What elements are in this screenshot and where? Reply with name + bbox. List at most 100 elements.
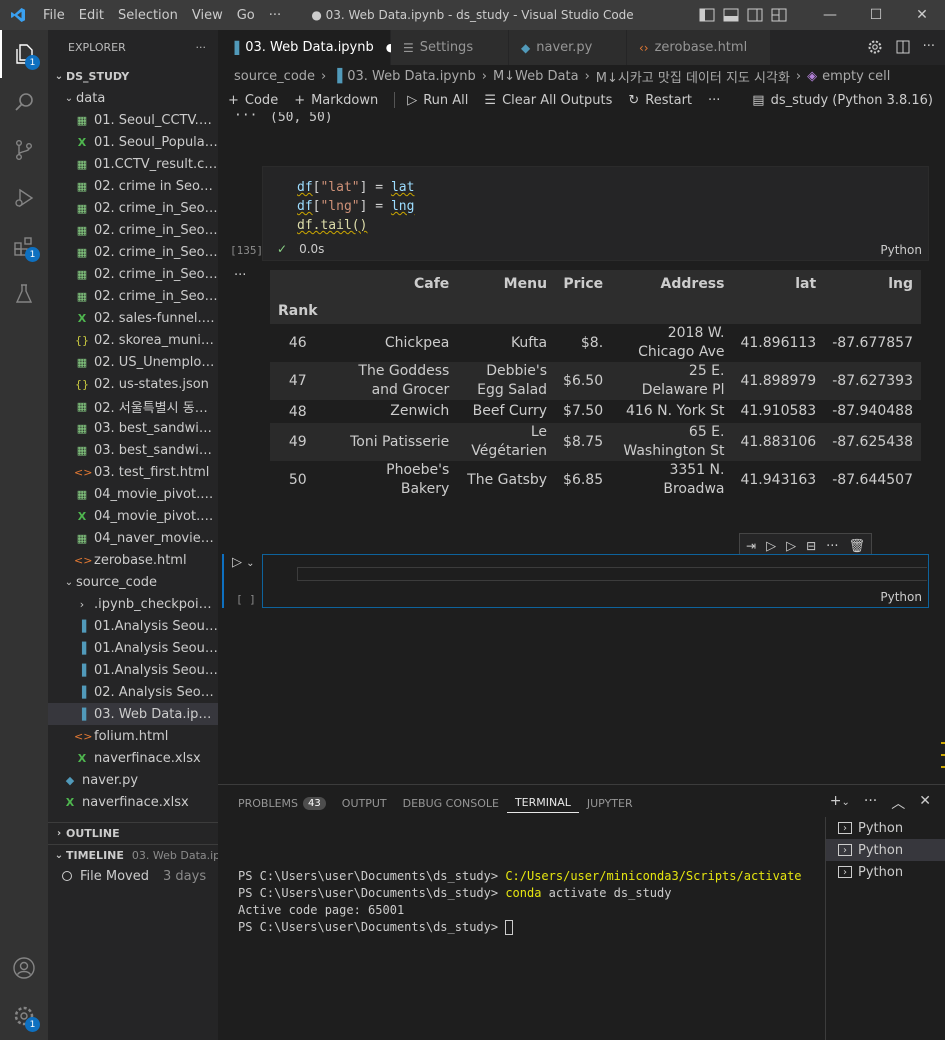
tab-debug-console[interactable]: DEBUG CONSOLE <box>395 793 507 813</box>
run-above-icon[interactable]: ⇥ <box>746 539 756 553</box>
cell-input-area[interactable] <box>297 567 927 581</box>
trash-icon[interactable]: 🗑 <box>849 539 866 554</box>
file-tree-item[interactable]: › .ipynb_checkpoints <box>48 593 218 615</box>
terminal-instance[interactable]: › Python <box>826 861 945 883</box>
file-tree-item[interactable]: <> zerobase.html <box>48 549 218 571</box>
run-below-icon[interactable]: ▷ <box>786 539 796 554</box>
file-tree-item[interactable]: Xnaverfinace.xlsx <box>48 791 218 813</box>
tab-more-icon[interactable]: ··· <box>923 39 935 55</box>
file-tree-item[interactable]: ▦ 01. Seoul_CCTV.csv <box>48 109 218 131</box>
kernel-picker[interactable]: ▤ ds_study (Python 3.8.16) <box>752 93 933 108</box>
file-tree-item[interactable]: ▦ 02. crime_in_Seoul.csv <box>48 285 218 307</box>
tab-terminal[interactable]: TERMINAL <box>506 793 579 813</box>
tab-problems[interactable]: PROBLEMS 43 <box>230 793 334 813</box>
file-tree-item[interactable]: X 02. sales-funnel.xlsx <box>48 307 218 329</box>
file-tree-item[interactable]: ▦ 02. crime_in_Seoul_fi... <box>48 219 218 241</box>
cell-language[interactable]: Python <box>880 243 922 257</box>
customize-layout-icon[interactable] <box>771 8 787 22</box>
outline-header[interactable]: › OUTLINE <box>48 822 218 844</box>
file-tree-item[interactable]: ▦ 02. crime_in_Seoul_r... <box>48 263 218 285</box>
toolbar-more-button[interactable]: ··· <box>708 93 720 108</box>
split-cell-icon[interactable]: ⊟ <box>806 539 816 553</box>
clear-outputs-button[interactable]: ☰ Clear All Outputs <box>484 93 612 108</box>
run-cell-icon[interactable]: ▷ <box>766 539 776 554</box>
file-tree-item[interactable]: ▦ 02. crime_in_Seoul_l... <box>48 241 218 263</box>
testing-activity[interactable] <box>0 270 48 318</box>
menu-selection[interactable]: Selection <box>111 8 185 23</box>
tab-zerobase-html[interactable]: ‹› zerobase.html <box>627 30 771 65</box>
cell-more-icon[interactable]: ··· <box>826 539 838 554</box>
workspace-header[interactable]: ⌄ DS_STUDY <box>48 65 218 87</box>
add-code-button[interactable]: + Code <box>228 93 278 108</box>
file-tree-item[interactable]: ▦ 02. crime in Seoul_fi... <box>48 175 218 197</box>
maximize-button[interactable]: ☐ <box>853 0 899 30</box>
output-more-icon[interactable]: ··· <box>234 112 257 123</box>
file-tree-item[interactable]: {} 02. skorea_municipa... <box>48 329 218 351</box>
file-tree-item[interactable]: X 01. Seoul_Populatio... <box>48 131 218 153</box>
tab-output[interactable]: OUTPUT <box>334 793 395 813</box>
extensions-activity[interactable]: 1 <box>0 222 48 270</box>
file-tree-item[interactable]: ▦ 04_naver_movie_raw... <box>48 527 218 549</box>
new-terminal-icon[interactable]: +⌄ <box>830 793 850 813</box>
tab-web-data[interactable]: ▐ 03. Web Data.ipynb ● <box>218 30 395 65</box>
accounts-activity[interactable] <box>0 944 48 992</box>
menu-edit[interactable]: Edit <box>72 8 111 23</box>
terminal-instance[interactable]: › Python <box>826 839 945 861</box>
search-activity[interactable] <box>0 78 48 126</box>
menu-more[interactable]: ··· <box>262 8 288 23</box>
breadcrumb-item[interactable]: M↓Web Data <box>493 69 579 84</box>
empty-code-cell[interactable]: Python <box>262 554 929 608</box>
file-tree-item[interactable]: ▦ 02. 서울특별시 동작... <box>48 395 218 417</box>
file-tree-item[interactable]: X 04_movie_pivot.xlsx <box>48 505 218 527</box>
explorer-more-button[interactable]: ··· <box>196 41 207 54</box>
output-more-icon[interactable]: ··· <box>234 268 246 283</box>
maximize-panel-icon[interactable]: ︿ <box>891 793 905 813</box>
file-tree-item[interactable]: ▦ 03. best_sandwiches... <box>48 439 218 461</box>
restart-button[interactable]: ↻ Restart <box>628 93 692 108</box>
folder-data[interactable]: ⌄ data <box>48 87 218 109</box>
gear-icon[interactable] <box>867 39 883 55</box>
terminal-instance[interactable]: › Python <box>826 817 945 839</box>
timeline-item[interactable]: File Moved 3 days <box>48 865 218 887</box>
execute-cell-button[interactable]: ▷ ⌄ <box>232 555 255 570</box>
tab-jupyter[interactable]: JUPYTER <box>579 793 641 813</box>
toggle-secondary-sidebar-icon[interactable] <box>747 8 763 22</box>
code-cell[interactable]: df["lat"] = lat df["lng"] = lng df.tail(… <box>262 166 929 261</box>
file-tree-item[interactable]: ▦ 02. crime_in_Seoul_1... <box>48 197 218 219</box>
timeline-header[interactable]: ⌄ TIMELINE 03. Web Data.ipy... <box>48 844 218 866</box>
toggle-sidebar-icon[interactable] <box>699 8 715 22</box>
split-editor-icon[interactable] <box>895 39 911 55</box>
file-tree-item[interactable]: ▐ 02. Analysis Seoul Cr... <box>48 681 218 703</box>
manage-activity[interactable]: 1 <box>0 992 48 1040</box>
file-tree-item[interactable]: ▐ 01.Analysis Seoul CC... <box>48 659 218 681</box>
breadcrumb-item[interactable]: M↓시카고 맛집 데이터 지도 시각화 <box>596 67 790 86</box>
folder-source-code[interactable]: ⌄ source_code <box>48 571 218 593</box>
cell-language[interactable]: Python <box>880 590 922 604</box>
file-tree-item[interactable]: ▦ 02. US_Unemploym... <box>48 351 218 373</box>
source-control-activity[interactable] <box>0 126 48 174</box>
menu-view[interactable]: View <box>185 8 230 23</box>
file-tree-item[interactable]: ▐ 03. Web Data.ipynb <box>48 703 218 725</box>
run-debug-activity[interactable] <box>0 174 48 222</box>
file-tree-item[interactable]: ◆ naver.py <box>48 769 218 791</box>
terminal-output[interactable]: PS C:\Users\user\Documents\ds_study> C:/… <box>238 851 802 970</box>
file-tree-item[interactable]: <> 03. test_first.html <box>48 461 218 483</box>
run-all-button[interactable]: ▷ Run All <box>407 93 468 108</box>
menu-go[interactable]: Go <box>230 8 262 23</box>
tab-naver-py[interactable]: ◆ naver.py <box>509 30 627 65</box>
file-tree-item[interactable]: {} 02. us-states.json <box>48 373 218 395</box>
close-panel-icon[interactable]: ✕ <box>919 793 931 813</box>
minimize-button[interactable]: — <box>807 0 853 30</box>
menu-file[interactable]: File <box>36 8 72 23</box>
file-tree-item[interactable]: ▐ 01.Analysis Seoul CC... <box>48 637 218 659</box>
file-tree-item[interactable]: ▦ 04_movie_pivot.csv <box>48 483 218 505</box>
breadcrumb-item[interactable]: source_code <box>234 69 315 84</box>
file-tree-item[interactable]: <> folium.html <box>48 725 218 747</box>
toggle-panel-icon[interactable] <box>723 8 739 22</box>
add-markdown-button[interactable]: + Markdown <box>294 93 378 108</box>
tab-settings[interactable]: ☰ Settings <box>391 30 509 65</box>
file-tree-item[interactable]: Xnaverfinace.xlsx <box>48 747 218 769</box>
close-window-button[interactable]: ✕ <box>899 0 945 30</box>
breadcrumb-item[interactable]: empty cell <box>822 69 890 84</box>
file-tree-item[interactable]: ▐ 01.Analysis Seoul CC... <box>48 615 218 637</box>
